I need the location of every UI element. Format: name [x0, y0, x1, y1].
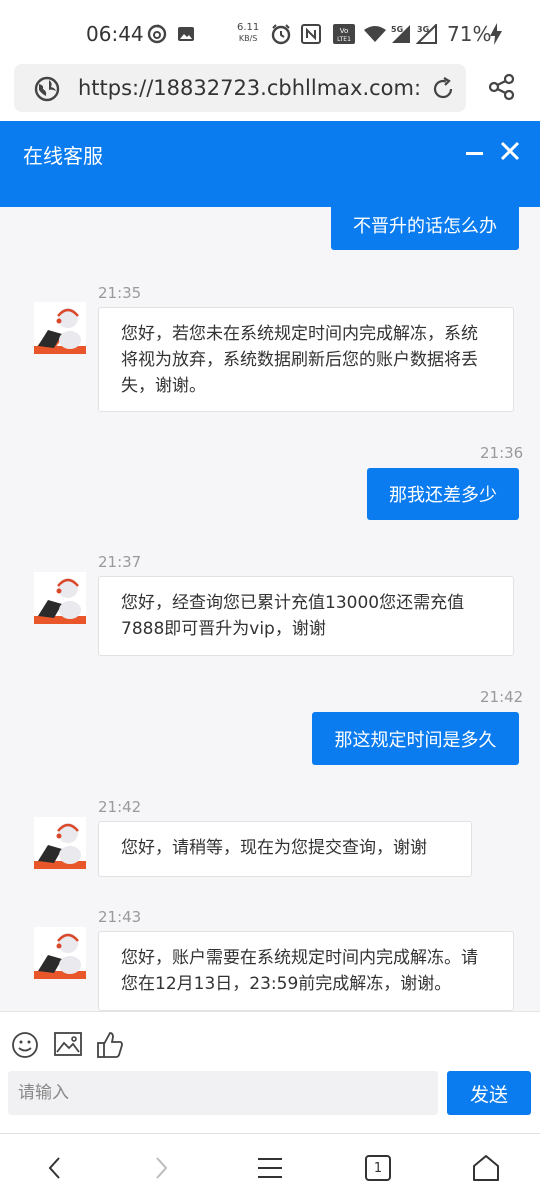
composer-input-row: 发送: [0, 1071, 540, 1131]
message-bubble-outgoing: 那我还差多少: [367, 468, 519, 520]
agent-avatar: [34, 817, 86, 869]
emoji-icon[interactable]: [11, 1031, 39, 1063]
chat-header: 在线客服: [0, 121, 540, 207]
send-button[interactable]: 发送: [447, 1071, 531, 1115]
forward-icon[interactable]: [144, 1152, 180, 1184]
reload-icon[interactable]: [430, 76, 456, 106]
battery-percent: 71%: [447, 22, 492, 46]
message-timestamp: 21:43: [98, 908, 142, 926]
tab-count: 1: [373, 1160, 383, 1176]
signal-5g-icon: 5G: [390, 24, 412, 44]
message-bubble-outgoing: 那这规定时间是多久: [312, 712, 519, 765]
message-bubble-incoming: 您好，账户需要在系统规定时间内完成解冻。请您在12月13日，23:59前完成解冻…: [98, 931, 514, 1011]
menu-icon[interactable]: [252, 1152, 288, 1184]
minimize-icon[interactable]: [466, 145, 484, 167]
composer-toolbar: [0, 1011, 540, 1071]
status-time: 06:44: [86, 22, 144, 46]
message-timestamp: 21:37: [98, 553, 142, 571]
url-text: https://18832723.cbhllmax.com:: [78, 76, 422, 100]
signal-3g-icon: 3G: [416, 24, 438, 44]
message-bubble-incoming: 您好，若您未在系统规定时间内完成解冻，系统将视为放弃，系统数据刷新后您的账户数据…: [98, 307, 514, 412]
message-input[interactable]: [8, 1071, 438, 1115]
agent-avatar: [34, 572, 86, 624]
close-icon[interactable]: [500, 141, 520, 165]
status-bar: 06:44 6.11 KB/S Vo LTE1 5G 3G 71%: [0, 0, 540, 62]
netease-music-icon: [147, 24, 167, 44]
volte-icon: Vo LTE1: [333, 24, 355, 44]
wifi-icon: [364, 24, 386, 44]
back-icon[interactable]: [36, 1152, 72, 1184]
message-timestamp: 21:42: [480, 688, 524, 706]
net-speed: 6.11 KB/S: [237, 22, 259, 44]
message-bubble-incoming: 您好，请稍等，现在为您提交查询，谢谢: [98, 821, 472, 877]
tabs-button[interactable]: 1: [360, 1152, 396, 1184]
message-bubble-incoming: 您好，经查询您已累计充值13000您还需充值7888即可晋升为vip，谢谢: [98, 576, 514, 656]
chat-title: 在线客服: [23, 144, 103, 168]
message-timestamp: 21:36: [480, 444, 524, 462]
message-timestamp: 21:42: [98, 798, 142, 816]
message-timestamp: 21:35: [98, 284, 142, 302]
svg-text:3G: 3G: [417, 25, 429, 34]
address-bar[interactable]: https://18832723.cbhllmax.com:: [14, 64, 466, 112]
alarm-icon: [270, 24, 292, 45]
image-icon: [177, 24, 195, 44]
browser-url-row: https://18832723.cbhllmax.com:: [0, 62, 540, 120]
svg-text:5G: 5G: [391, 25, 403, 34]
nfc-icon: [301, 24, 321, 44]
globe-icon: [34, 76, 60, 106]
svg-text:LTE1: LTE1: [337, 36, 351, 43]
thumbs-up-icon[interactable]: [96, 1031, 124, 1063]
net-speed-value: 6.11: [237, 22, 260, 33]
agent-avatar: [34, 302, 86, 354]
charging-icon: [490, 23, 502, 45]
browser-bottom-nav: 1: [0, 1133, 540, 1200]
message-list[interactable]: 不晋升的话怎么办 21:35 您好，若您未在系统规定时间内完成解冻，系统将视为放…: [0, 207, 540, 1011]
image-upload-icon[interactable]: [54, 1031, 82, 1061]
agent-avatar: [34, 927, 86, 979]
message-bubble-outgoing: 不晋升的话怎么办: [331, 207, 519, 250]
net-speed-unit: KB/S: [238, 34, 258, 43]
home-icon[interactable]: [468, 1152, 504, 1184]
share-icon[interactable]: [488, 73, 516, 105]
svg-text:Vo: Vo: [340, 27, 349, 35]
